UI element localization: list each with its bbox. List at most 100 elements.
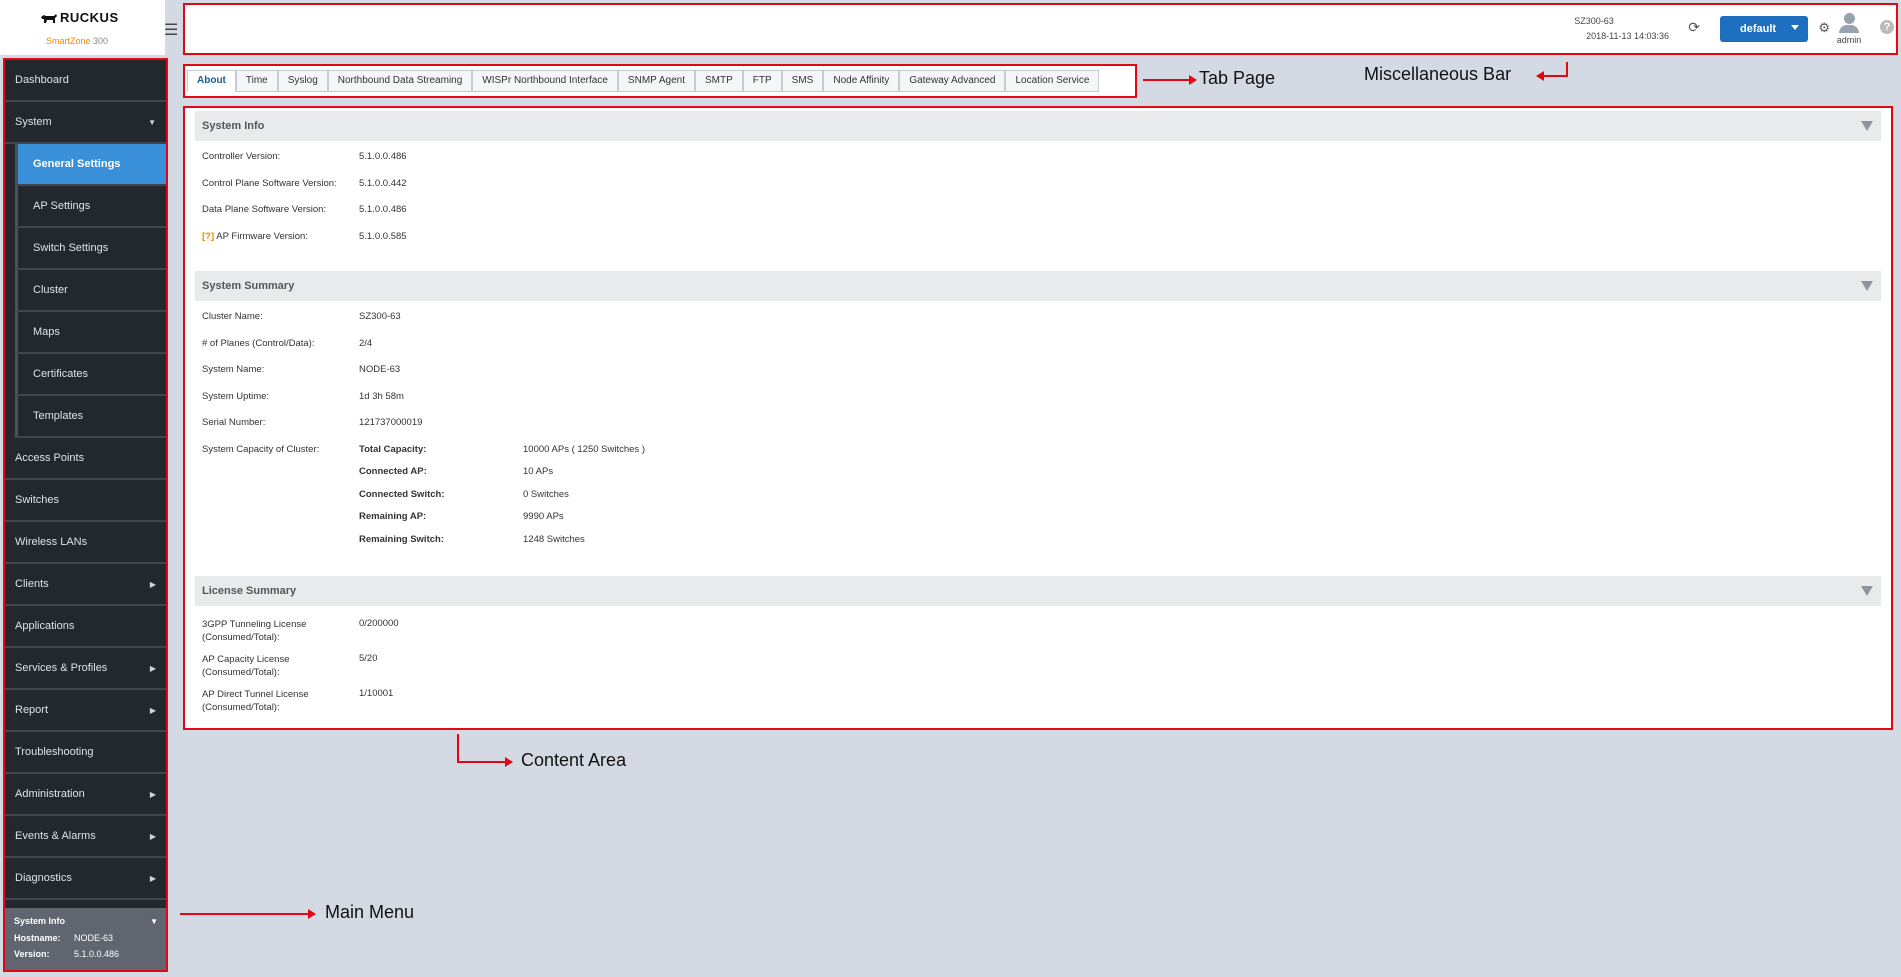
sidebar-item-report[interactable]: Report ▶: [5, 690, 166, 732]
system-summary-rows: Cluster Name: SZ300-63 # of Planes (Contro…: [195, 301, 1881, 444]
field-value: 5.1.0.0.486: [359, 151, 407, 162]
info-row: Serial Number: 121737000019: [195, 417, 1881, 444]
field-value: 5.1.0.0.442: [359, 177, 407, 189]
content-area: System Info Controller Version: 5.1.0.0.4…: [183, 106, 1893, 730]
chevron-down-icon[interactable]: ▼: [150, 917, 158, 926]
field-value: 1d 3h 58m: [359, 390, 404, 402]
tab-wispr-northbound-interface[interactable]: WISPr Northbound Interface: [472, 70, 618, 92]
sidebar-item-diagnostics[interactable]: Diagnostics ▶: [5, 858, 166, 900]
chevron-down-icon: ▼: [148, 117, 156, 127]
domain-selector-button[interactable]: default: [1720, 16, 1808, 42]
sidebar-item-switch-settings[interactable]: Switch Settings: [15, 228, 166, 270]
sidebar-item-label: Report: [15, 704, 49, 716]
sidebar-item-access-points[interactable]: Access Points: [5, 438, 166, 480]
sidebar-item-switches[interactable]: Switches: [5, 480, 166, 522]
license-label: AP Capacity License (Consumed/Total):: [202, 654, 290, 678]
tab-about[interactable]: About: [187, 70, 236, 92]
sidebar-item-system[interactable]: System ▼: [5, 102, 166, 144]
sidebar-item-label: Certificates: [33, 368, 89, 380]
field-label: Control Plane Software Version:: [195, 178, 359, 205]
sidebar-item-label: Services & Profiles: [15, 662, 108, 674]
user-menu[interactable]: admin: [1834, 13, 1864, 45]
collapse-icon[interactable]: [1861, 586, 1873, 596]
capacity-label: Connected Switch:: [359, 488, 445, 500]
sidebar-item-clients[interactable]: Clients ▶: [5, 564, 166, 606]
sidebar-item-cluster[interactable]: Cluster: [15, 270, 166, 312]
brand-logo: RUCKUS: [60, 10, 119, 25]
capacity-label: Remaining AP:: [359, 511, 427, 522]
tab-snmp-agent[interactable]: SNMP Agent: [617, 70, 695, 92]
help-icon[interactable]: ?: [1880, 20, 1894, 34]
capacity-value: 10 APs: [523, 466, 554, 477]
collapse-icon[interactable]: [1861, 121, 1873, 131]
capacity-rows: Total Capacity: 10000 APs ( 1250 Switches…: [359, 444, 645, 557]
tab-gateway-advanced[interactable]: Gateway Advanced: [899, 70, 1006, 92]
sidebar-item-services-profiles[interactable]: Services & Profiles ▶: [5, 648, 166, 690]
sidebar-item-applications[interactable]: Applications: [5, 606, 166, 648]
gear-icon[interactable]: ⚙: [1818, 20, 1830, 36]
main-menu: Dashboard System ▼ General Settings AP Setti…: [3, 58, 168, 972]
tab-location-service[interactable]: Location Service: [1005, 70, 1100, 92]
license-value: 1/10001: [359, 688, 394, 699]
sidebar-item-label: Templates: [33, 410, 84, 422]
tab-node-affinity[interactable]: Node Affinity: [823, 70, 900, 92]
info-row: System Name: NODE-63: [195, 364, 1881, 391]
product-name: SmartZone 300: [46, 36, 109, 46]
sidebar-item-maps[interactable]: Maps: [15, 312, 166, 354]
hamburger-menu-icon[interactable]: ☰: [164, 20, 178, 40]
license-label: 3GPP Tunneling License (Consumed/Total):: [202, 619, 307, 643]
tab-sms[interactable]: SMS: [781, 70, 824, 92]
section-title: License Summary: [202, 585, 297, 597]
tab-syslog[interactable]: Syslog: [277, 70, 328, 92]
chevron-right-icon: ▶: [149, 705, 156, 715]
sidebar-item-general-settings[interactable]: General Settings: [15, 144, 166, 186]
tab-time[interactable]: Time: [235, 70, 278, 92]
field-label: # of Planes (Control/Data):: [195, 338, 359, 365]
section-license-summary[interactable]: License Summary: [195, 576, 1881, 606]
field-label-text: Serial Number:: [202, 417, 266, 428]
sidebar-item-label: Switch Settings: [33, 242, 109, 254]
license-label: AP Direct Tunnel License (Consumed/Total…: [202, 689, 309, 713]
sidebar-item-administration[interactable]: Administration ▶: [5, 774, 166, 816]
refresh-icon[interactable]: ⟳: [1688, 19, 1700, 36]
sidebar-item-events-alarms[interactable]: Events & Alarms ▶: [5, 816, 166, 858]
chevron-right-icon: ▶: [149, 789, 156, 799]
sidebar-item-certificates[interactable]: Certificates: [15, 354, 166, 396]
capacity-value: 1248 Switches: [523, 533, 585, 545]
field-value: 2/4: [359, 337, 373, 349]
collapse-icon[interactable]: [1861, 281, 1873, 291]
license-row: AP Capacity License (Consumed/Total): 5/2…: [195, 653, 1881, 688]
tab-northbound-data-streaming[interactable]: Northbound Data Streaming: [327, 70, 473, 92]
field-label-text: Control Plane Software Version:: [202, 177, 337, 189]
info-row: System Uptime: 1d 3h 58m: [195, 391, 1881, 418]
sidebar-item-label: Administration: [15, 788, 85, 800]
field-label-text: Controller Version:: [202, 151, 281, 162]
capacity-row: Remaining Switch: 1248 Switches: [359, 534, 645, 557]
tab-smtp[interactable]: SMTP: [695, 70, 743, 92]
field-label-text: Data Plane Software Version:: [202, 204, 327, 215]
field-label-text: Cluster Name:: [202, 311, 263, 322]
info-row: [?] AP Firmware Version: 5.1.0.0.585: [195, 231, 1881, 258]
sidebar-system-info[interactable]: System Info ▼ Hostname: NODE-63 Version: 5…: [5, 908, 166, 970]
field-label-text: AP Firmware Version:: [216, 230, 308, 242]
sidebar-item-dashboard[interactable]: Dashboard: [5, 60, 166, 102]
license-summary-rows: 3GPP Tunneling License (Consumed/Total):…: [195, 606, 1881, 723]
field-value: NODE-63: [359, 364, 401, 375]
capacity-row: Connected Switch: 0 Switches: [359, 489, 645, 512]
sidebar-item-templates[interactable]: Templates: [15, 396, 166, 438]
section-system-summary[interactable]: System Summary: [195, 271, 1881, 301]
chevron-right-icon: ▶: [149, 873, 156, 883]
field-value: 5.1.0.0.486: [359, 204, 407, 215]
sidebar-item-wireless-lans[interactable]: Wireless LANs: [5, 522, 166, 564]
chevron-down-icon: [1791, 25, 1799, 30]
node-name: SZ300-63: [1574, 16, 1614, 26]
sidebar-item-ap-settings[interactable]: AP Settings: [15, 186, 166, 228]
tab-ftp[interactable]: FTP: [742, 70, 782, 92]
sidebar-item-label: System: [15, 116, 52, 128]
info-row: Control Plane Software Version: 5.1.0.0.4…: [195, 178, 1881, 205]
section-system-info[interactable]: System Info: [195, 111, 1881, 141]
help-link[interactable]: [?]: [202, 231, 214, 242]
user-avatar-icon: [1843, 13, 1855, 24]
info-row: Data Plane Software Version: 5.1.0.0.486: [195, 204, 1881, 231]
sidebar-item-troubleshooting[interactable]: Troubleshooting: [5, 732, 166, 774]
